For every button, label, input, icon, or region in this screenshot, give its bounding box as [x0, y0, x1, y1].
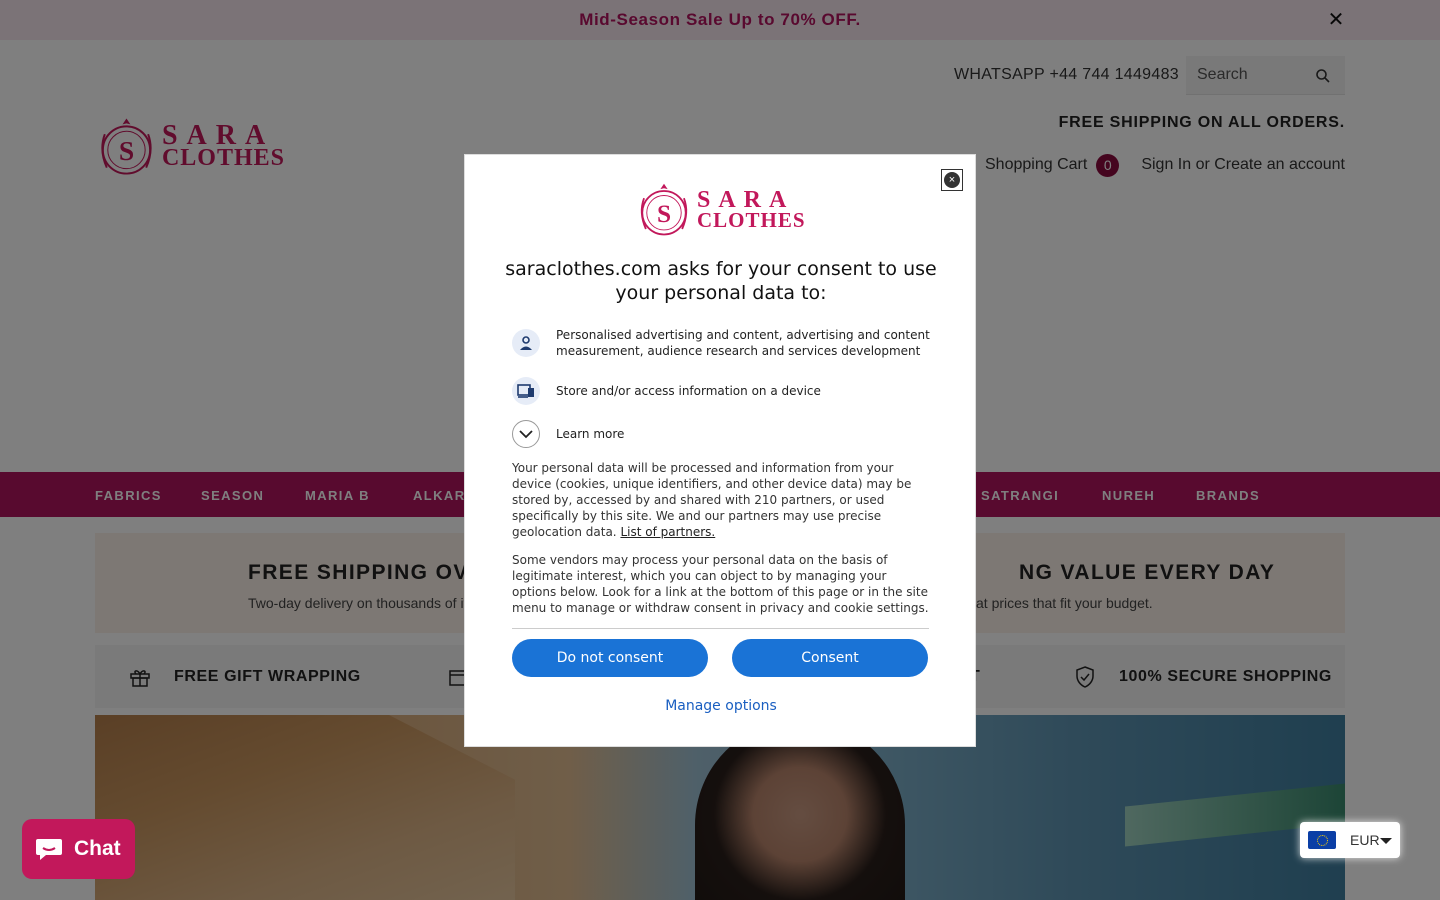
device-icon — [512, 377, 540, 405]
chat-button[interactable]: Chat — [22, 819, 135, 879]
consent-paragraph-legitimate-interest: Some vendors may process your personal d… — [512, 553, 929, 615]
purpose-store-access: Store and/or access information on a dev… — [512, 377, 932, 405]
purpose-personalised-ads: Personalised advertising and content, ad… — [512, 327, 932, 359]
learn-more-toggle[interactable]: Learn more — [512, 420, 624, 448]
dialog-logo: S SARA CLOTHES — [635, 179, 807, 241]
consent-button[interactable]: Consent — [732, 639, 928, 677]
manage-options-link[interactable]: Manage options — [465, 698, 977, 714]
close-icon: × — [944, 172, 960, 188]
consent-dialog: × S SARA CLOTHES saraclothes.com asks fo… — [464, 154, 976, 747]
dialog-logo-line2: CLOTHES — [697, 208, 806, 232]
list-of-partners-link[interactable]: List of partners. — [620, 525, 715, 539]
eu-flag-icon — [1308, 831, 1336, 849]
caret-down-icon — [1380, 838, 1392, 844]
purpose-store-access-text: Store and/or access information on a dev… — [556, 384, 821, 398]
chat-label: Chat — [74, 837, 121, 860]
purpose-personalised-ads-text: Personalised advertising and content, ad… — [556, 328, 930, 358]
currency-selector[interactable]: EUR — [1300, 822, 1400, 858]
chat-bubble-icon — [36, 839, 62, 860]
person-icon — [512, 329, 540, 357]
dialog-logo-line1: SARA — [697, 187, 795, 213]
dialog-logo-wordmark: SARA CLOTHES — [697, 187, 806, 232]
dialog-divider — [512, 628, 929, 629]
dialog-close-button[interactable]: × — [941, 169, 963, 191]
currency-code: EUR — [1350, 832, 1380, 848]
learn-more-label: Learn more — [556, 427, 625, 441]
do-not-consent-button[interactable]: Do not consent — [512, 639, 708, 677]
chevron-down-icon — [512, 420, 540, 448]
consent-title: saraclothes.com asks for your consent to… — [505, 258, 937, 304]
svg-text:S: S — [657, 200, 671, 228]
consent-paragraph-partners: Your personal data will be processed and… — [512, 460, 930, 540]
logo-emblem-icon: S — [640, 183, 688, 236]
